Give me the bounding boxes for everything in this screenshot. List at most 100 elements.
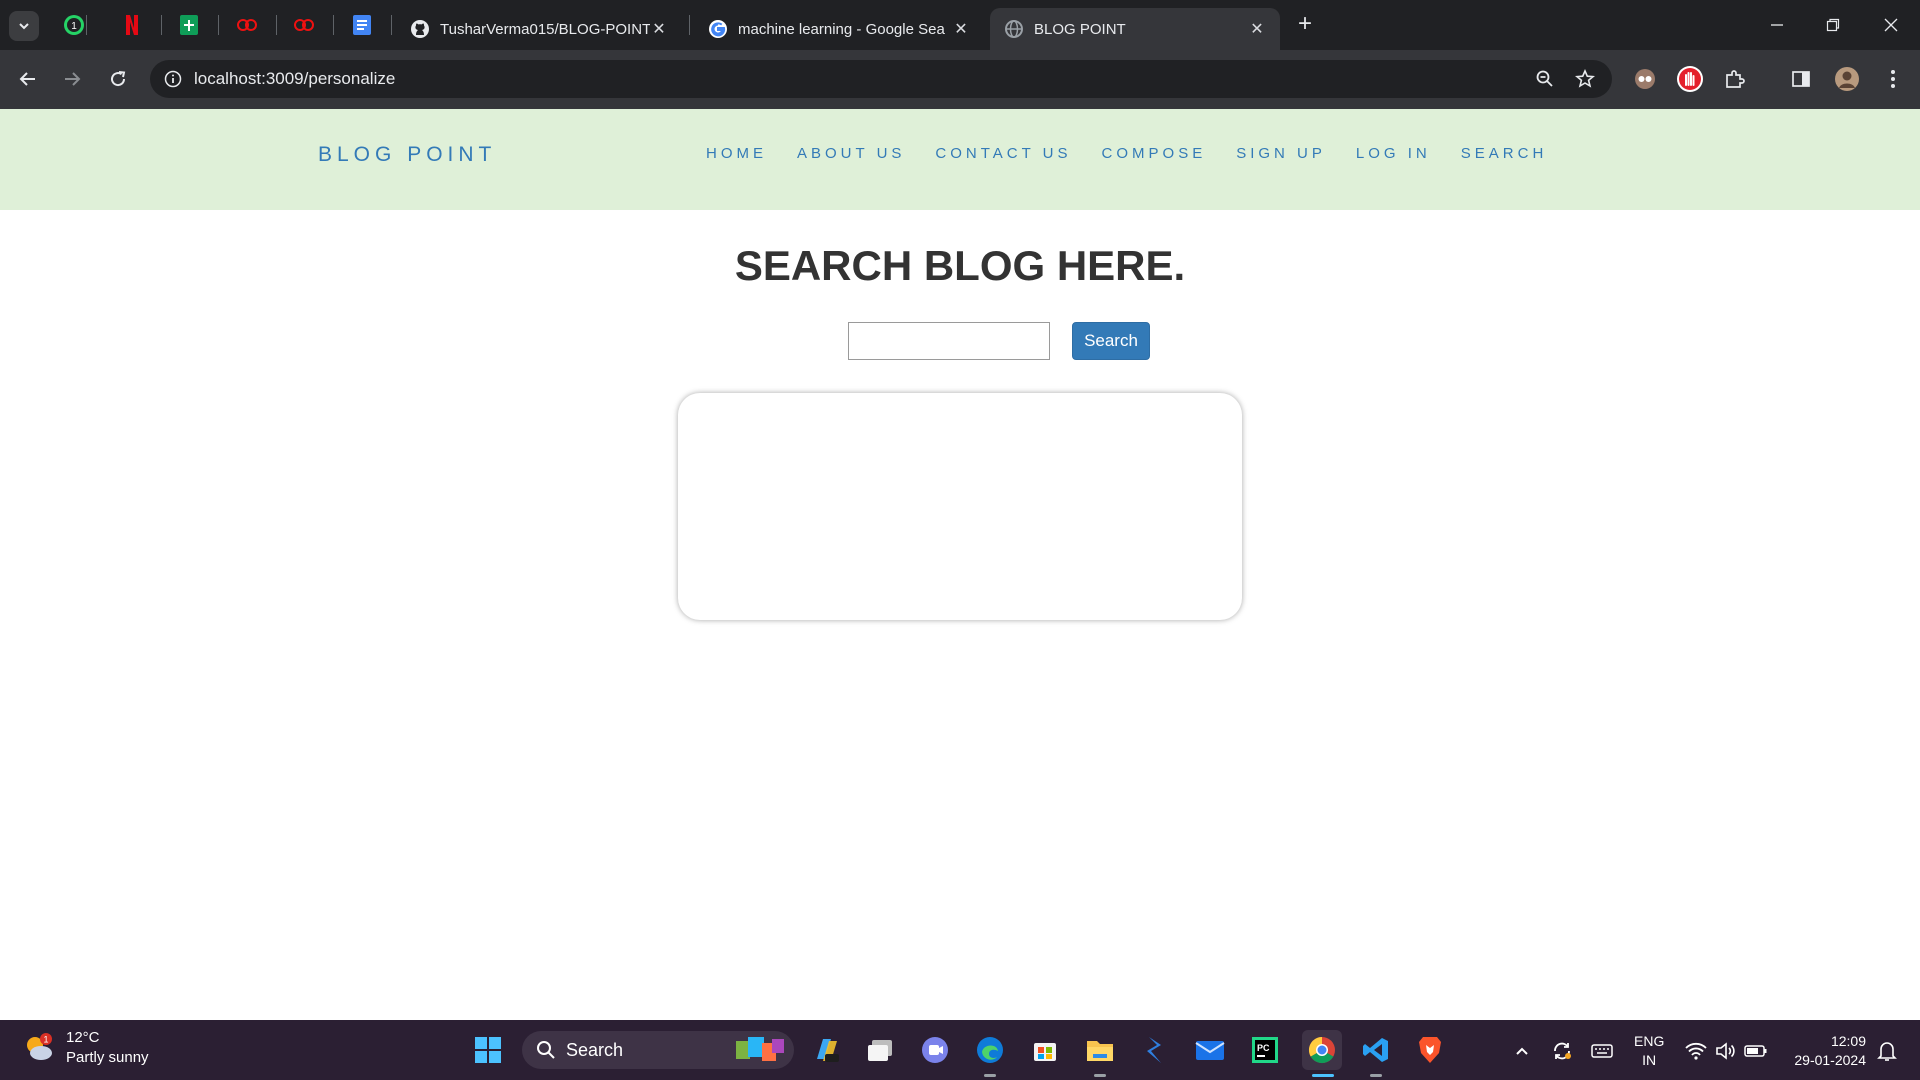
- taskbar-vscode[interactable]: [1358, 1032, 1394, 1068]
- pinned-tab-netflix[interactable]: [119, 12, 145, 38]
- tray-wifi[interactable]: [1684, 1039, 1708, 1063]
- taskbar-edge[interactable]: [972, 1032, 1008, 1068]
- taskbar-store[interactable]: [1027, 1032, 1063, 1068]
- pinned-tab-app2[interactable]: [291, 12, 317, 38]
- extensions-puzzle-icon[interactable]: [1720, 64, 1750, 94]
- windows-taskbar: 1 12°C Partly sunny Search PC ENG IN 12:…: [0, 1020, 1920, 1080]
- pinned-tab-whatsapp[interactable]: 1: [61, 12, 87, 38]
- weather-widget[interactable]: 1 12°C Partly sunny: [22, 1028, 149, 1068]
- copilot-icon: [817, 1039, 839, 1062]
- running-indicator: [1094, 1074, 1106, 1077]
- pinned-tab-docs[interactable]: [349, 12, 375, 38]
- app-logo-icon: [237, 19, 257, 31]
- brave-icon: [1419, 1037, 1441, 1063]
- forward-button[interactable]: [56, 63, 88, 95]
- tab-github[interactable]: TusharVerma015/BLOG-POINT: ✕: [396, 8, 682, 50]
- nav-compose[interactable]: COMPOSE: [1102, 145, 1207, 162]
- tray-volume[interactable]: [1714, 1039, 1738, 1063]
- nav-sign-up[interactable]: SIGN UP: [1236, 145, 1326, 162]
- extension-adblock-icon[interactable]: [1675, 64, 1705, 94]
- close-tab-button[interactable]: ✕: [1248, 20, 1266, 38]
- taskbar-search-box[interactable]: Search: [522, 1031, 794, 1069]
- taskbar-pycharm[interactable]: PC: [1247, 1032, 1283, 1068]
- arrow-right-icon: [65, 72, 81, 86]
- google-icon: [709, 20, 727, 38]
- netflix-icon: [126, 15, 138, 35]
- taskbar-mail[interactable]: [1192, 1032, 1228, 1068]
- taskbar-brave[interactable]: [1412, 1032, 1448, 1068]
- nav-log-in[interactable]: LOG IN: [1356, 145, 1431, 162]
- sheets-icon: [180, 15, 198, 35]
- tab-title: machine learning - Google Sea: [738, 20, 945, 38]
- svg-text:PC: PC: [1257, 1043, 1270, 1053]
- tab-blog-point[interactable]: BLOG POINT ✕: [990, 8, 1280, 50]
- site-nav-links: HOME ABOUT US CONTACT US COMPOSE SIGN UP…: [706, 145, 1577, 162]
- close-icon: ✕: [954, 21, 968, 38]
- keyboard-icon: [1591, 1044, 1613, 1058]
- globe-icon: [1005, 20, 1023, 38]
- chrome-icon: [1308, 1036, 1335, 1064]
- wifi-icon: [1685, 1042, 1707, 1060]
- taskbar-teams[interactable]: [917, 1032, 953, 1068]
- pinned-tab-sheets[interactable]: [176, 12, 202, 38]
- zoom-icon[interactable]: [1532, 66, 1558, 92]
- minimize-icon: [1771, 24, 1783, 26]
- address-bar[interactable]: localhost:3009/personalize: [150, 60, 1612, 98]
- folder-icon: [1087, 1041, 1113, 1061]
- taskbar-chrome[interactable]: [1302, 1030, 1342, 1070]
- tray-battery[interactable]: [1744, 1039, 1768, 1063]
- tray-keyboard[interactable]: [1590, 1039, 1614, 1063]
- site-info-icon[interactable]: [162, 68, 184, 90]
- clock-date: 29-01-2024: [1794, 1052, 1866, 1068]
- reload-icon: [111, 71, 126, 87]
- tab-separator: [391, 15, 392, 35]
- plus-icon: +: [1297, 10, 1312, 37]
- nav-home[interactable]: HOME: [706, 145, 767, 162]
- close-tab-button[interactable]: ✕: [952, 20, 970, 38]
- running-indicator: [984, 1074, 996, 1077]
- taskbar-task-view[interactable]: [862, 1032, 898, 1068]
- new-tab-button[interactable]: +: [1292, 12, 1318, 38]
- start-button[interactable]: [470, 1032, 506, 1068]
- chevron-down-icon: [19, 23, 29, 30]
- browser-tab-strip: 1 TusharVerma015/BLOG-POINT: ✕ machine l…: [0, 0, 1920, 50]
- taskbar-power-automate[interactable]: [1137, 1032, 1173, 1068]
- taskbar-file-explorer[interactable]: [1082, 1032, 1118, 1068]
- restore-button[interactable]: [1818, 10, 1848, 40]
- tray-sync[interactable]: [1550, 1039, 1574, 1063]
- minimize-button[interactable]: [1762, 10, 1792, 40]
- search-button[interactable]: Search: [1072, 322, 1150, 360]
- tray-overflow-button[interactable]: [1510, 1039, 1534, 1063]
- search-highlight-icon: [736, 1037, 784, 1061]
- pycharm-icon: PC: [1252, 1037, 1278, 1063]
- address-url[interactable]: localhost:3009/personalize: [194, 69, 1532, 89]
- restore-icon: [1826, 18, 1840, 32]
- close-icon: [1884, 18, 1898, 32]
- pinned-tab-app1[interactable]: [234, 12, 260, 38]
- blog-search-input[interactable]: [848, 322, 1050, 360]
- extension-incognito-icon[interactable]: [1630, 64, 1660, 94]
- nav-search[interactable]: SEARCH: [1461, 145, 1548, 162]
- nav-contact-us[interactable]: CONTACT US: [935, 145, 1071, 162]
- notifications-button[interactable]: [1875, 1039, 1899, 1063]
- taskbar-clock[interactable]: 12:09 29-01-2024: [1786, 1032, 1866, 1070]
- close-icon: ✕: [652, 21, 666, 38]
- side-panel-icon[interactable]: [1786, 64, 1816, 94]
- nav-about-us[interactable]: ABOUT US: [797, 145, 905, 162]
- browser-menu-icon[interactable]: [1878, 64, 1908, 94]
- tab-search-button[interactable]: [9, 11, 39, 41]
- input-language-indicator[interactable]: ENG IN: [1634, 1032, 1664, 1070]
- tab-google-search[interactable]: machine learning - Google Sea ✕: [694, 8, 984, 50]
- profile-avatar-icon[interactable]: [1832, 64, 1862, 94]
- active-app-indicator: [1312, 1074, 1334, 1077]
- back-button[interactable]: [12, 63, 44, 95]
- close-window-button[interactable]: [1876, 10, 1906, 40]
- taskbar-copilot[interactable]: [808, 1032, 844, 1068]
- close-icon: ✕: [1250, 21, 1264, 38]
- reload-button[interactable]: [102, 63, 134, 95]
- site-brand-link[interactable]: BLOG POINT: [318, 143, 496, 167]
- page-title: SEARCH BLOG HERE.: [734, 242, 1186, 289]
- close-tab-button[interactable]: ✕: [650, 20, 668, 38]
- bookmark-star-icon[interactable]: [1572, 66, 1598, 92]
- tab-separator: [161, 15, 162, 35]
